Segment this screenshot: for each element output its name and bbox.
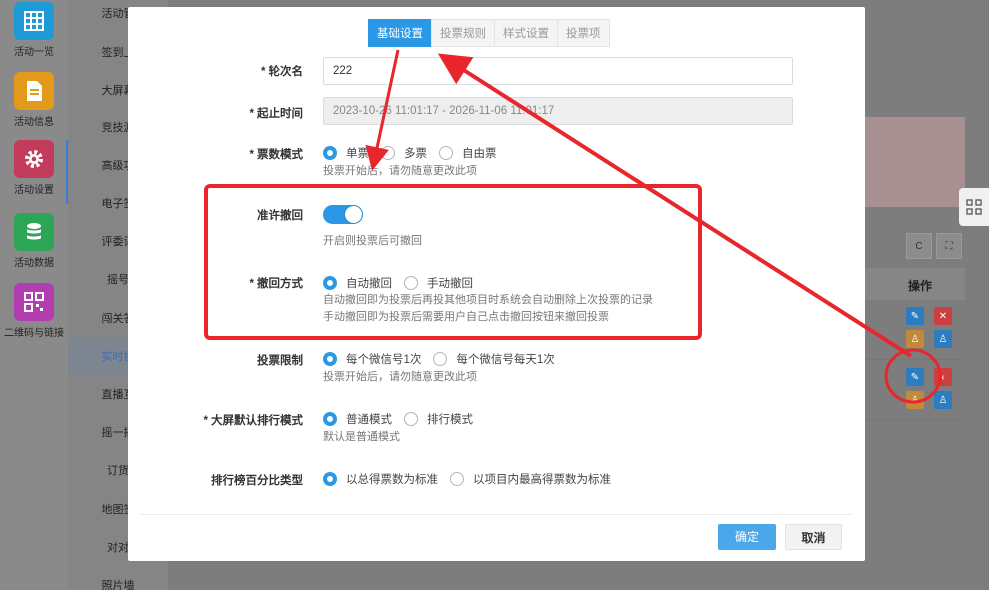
rank-mode-ranking-radio[interactable]: 排行模式 <box>404 411 473 427</box>
vote-mode-radio-group: 单票 多票 自由票 <box>323 145 509 161</box>
percent-type-radio-group: 以总得票数为标准 以项目内最高得票数为标准 <box>323 471 623 487</box>
vote-limit-radio-group: 每个微信号1次 每个微信号每天1次 <box>323 351 567 367</box>
radio-checked <box>323 276 337 290</box>
fullscreen-icon[interactable]: ⛶ <box>936 233 962 259</box>
user-icon[interactable]: ♙ <box>906 391 924 409</box>
radio-label: 自由票 <box>462 148 497 160</box>
rail-item-activity-list[interactable]: 活动一览 <box>0 2 68 58</box>
radio-unchecked <box>450 472 464 486</box>
allow-revoke-hint: 开启则投票后可撤回 <box>323 235 422 247</box>
revoke-manual-hint: 手动撤回即为投票后需要用户自己点击撤回按钮来撤回投票 <box>323 311 609 323</box>
vote-mode-hint: 投票开始后，请勿随意更改此项 <box>323 165 477 177</box>
allow-revoke-toggle[interactable] <box>323 205 363 224</box>
rank-mode-normal-radio[interactable]: 普通模式 <box>323 411 392 427</box>
radio-label: 普通模式 <box>346 414 392 426</box>
gear-icon <box>14 140 54 178</box>
icon-rail: 活动一览 活动信息 活动设置 活动数据 二维码与链接 <box>0 0 68 590</box>
database-icon <box>14 213 54 251</box>
radio-label: 每个微信号1次 <box>346 354 422 366</box>
rail-label: 活动一览 <box>14 47 54 58</box>
percent-total-radio[interactable]: 以总得票数为标准 <box>323 471 438 487</box>
radio-unchecked <box>439 146 453 160</box>
table-op-header: 操作 <box>908 279 933 293</box>
radio-label: 单票 <box>346 148 369 160</box>
allow-revoke-label: 准许撤回 <box>257 210 303 222</box>
user-icon[interactable]: ♙ <box>934 391 952 409</box>
cancel-button[interactable]: 取消 <box>785 524 842 550</box>
close-icon[interactable]: ✕ <box>934 307 952 325</box>
percent-max-radio[interactable]: 以项目内最高得票数为标准 <box>450 471 611 487</box>
qrcode-icon <box>14 283 54 321</box>
user-icon[interactable]: ♙ <box>934 330 952 348</box>
radio-checked <box>323 412 337 426</box>
edit-icon[interactable]: ✎ <box>906 307 924 325</box>
radio-checked <box>323 146 337 160</box>
radio-label: 排行模式 <box>427 414 473 426</box>
chevron-left-icon[interactable]: ‹ <box>934 368 952 386</box>
vote-limit-daily-radio[interactable]: 每个微信号每天1次 <box>433 351 555 367</box>
time-range-label: * 起止时间 <box>249 108 303 120</box>
rail-item-qrcode-links[interactable]: 二维码与链接 <box>0 283 68 339</box>
vote-mode-label: * 票数模式 <box>249 149 303 161</box>
user-icon[interactable]: ♙ <box>906 330 924 348</box>
radio-unchecked <box>404 276 418 290</box>
confirm-button[interactable]: 确定 <box>718 524 776 550</box>
rail-item-activity-data[interactable]: 活动数据 <box>0 213 68 269</box>
tab-style-settings[interactable]: 样式设置 <box>494 19 558 47</box>
rank-mode-radio-group: 普通模式 排行模式 <box>323 411 485 427</box>
radio-label: 多票 <box>404 148 427 160</box>
rail-label: 活动数据 <box>14 258 54 269</box>
modal-tabs: 基础设置 投票规则 样式设置 投票项 <box>368 19 610 47</box>
vote-mode-free-radio[interactable]: 自由票 <box>439 145 497 161</box>
modal-footer-divider <box>140 514 853 515</box>
background-banner <box>865 117 965 207</box>
radio-label: 以项目内最高得票数为标准 <box>473 474 611 486</box>
time-range-input[interactable] <box>323 97 793 125</box>
revoke-auto-radio[interactable]: 自动撤回 <box>323 275 392 291</box>
revoke-manual-radio[interactable]: 手动撤回 <box>404 275 473 291</box>
rank-mode-label: * 大屏默认排行模式 <box>203 415 303 427</box>
rank-mode-hint: 默认是普通模式 <box>323 431 400 443</box>
rail-label: 活动信息 <box>14 117 54 128</box>
vote-settings-modal: 基础设置 投票规则 样式设置 投票项 *轮次名 *起止时间 *票数模式 单票 多… <box>128 7 865 561</box>
vote-mode-multi-radio[interactable]: 多票 <box>381 145 427 161</box>
round-name-input[interactable] <box>323 57 793 85</box>
revoke-method-label: * 撤回方式 <box>249 278 303 290</box>
vote-limit-label: 投票限制 <box>257 355 303 367</box>
revoke-method-radio-group: 自动撤回 手动撤回 <box>323 275 485 291</box>
radio-unchecked <box>433 352 448 366</box>
rail-label: 活动设置 <box>14 185 54 196</box>
tab-vote-rules[interactable]: 投票规则 <box>431 19 495 47</box>
round-name-label: * 轮次名 <box>261 66 303 78</box>
layout-grid-icon[interactable] <box>959 188 989 226</box>
rail-item-activity-settings[interactable]: 活动设置 <box>0 140 68 204</box>
radio-unchecked <box>381 146 395 160</box>
rail-item-activity-info[interactable]: 活动信息 <box>0 72 68 128</box>
tab-basic-settings[interactable]: 基础设置 <box>368 19 432 47</box>
refresh-icon[interactable]: C <box>906 233 932 259</box>
submenu-item[interactable]: 照片墙 <box>68 567 168 590</box>
radio-unchecked <box>404 412 418 426</box>
vote-limit-once-radio[interactable]: 每个微信号1次 <box>323 351 421 367</box>
vote-limit-hint: 投票开始后，请勿随意更改此项 <box>323 371 477 383</box>
rail-label: 二维码与链接 <box>4 328 64 339</box>
radio-label: 以总得票数为标准 <box>346 474 438 486</box>
radio-label: 自动撤回 <box>346 278 392 290</box>
edit-icon[interactable]: ✎ <box>906 368 924 386</box>
document-icon <box>14 72 54 110</box>
grid-icon <box>14 2 54 40</box>
radio-label: 手动撤回 <box>427 278 473 290</box>
radio-checked <box>323 472 337 486</box>
tab-vote-items[interactable]: 投票项 <box>557 19 610 47</box>
percent-type-label: 排行榜百分比类型 <box>211 475 303 487</box>
revoke-auto-hint: 自动撤回即为投票后再投其他项目时系统会自动删除上次投票的记录 <box>323 294 653 306</box>
vote-mode-single-radio[interactable]: 单票 <box>323 145 369 161</box>
radio-label: 每个微信号每天1次 <box>456 354 555 366</box>
radio-checked <box>323 352 337 366</box>
